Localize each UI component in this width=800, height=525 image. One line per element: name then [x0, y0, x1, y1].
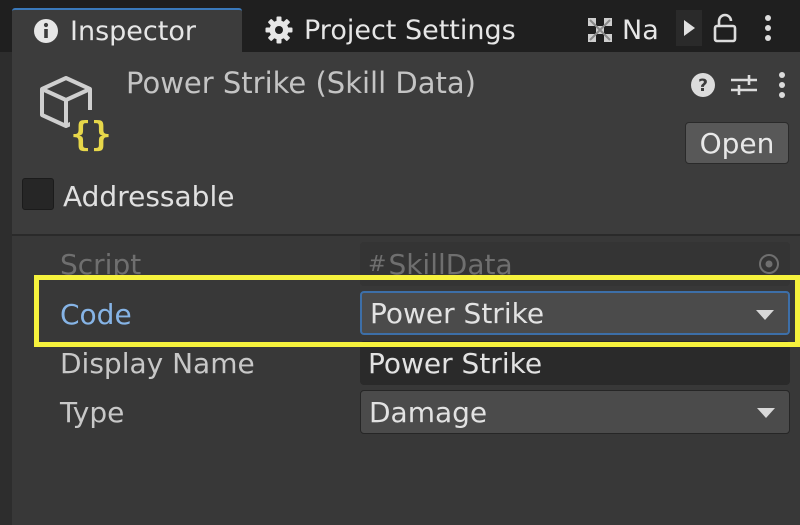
scriptable-object-icon: {} — [40, 76, 112, 154]
dropdown-arrow-icon — [756, 310, 774, 320]
code-value: Power Strike — [370, 296, 545, 330]
tab-project-settings-label: Project Settings — [304, 14, 516, 46]
tab-navigation-label: Na — [622, 14, 659, 46]
svg-text:{}: {} — [71, 115, 112, 154]
left-panel-edge — [0, 52, 12, 525]
tab-navigation[interactable]: Na — [586, 8, 674, 52]
addressable-checkbox[interactable] — [22, 178, 54, 210]
type-value: Damage — [369, 395, 488, 429]
lock-button[interactable] — [710, 10, 740, 46]
help-icon[interactable]: ? — [690, 72, 716, 98]
gear-icon — [265, 16, 293, 44]
triangle-right-icon — [684, 20, 695, 36]
script-label: Script — [60, 248, 142, 281]
tab-menu-button[interactable] — [754, 10, 782, 46]
code-label: Code — [60, 298, 132, 331]
hash-icon: # — [368, 251, 387, 277]
display-name-value: Power Strike — [368, 346, 543, 380]
tab-overflow-button[interactable] — [676, 10, 702, 46]
script-field: # SkillData — [360, 242, 790, 286]
display-name-label: Display Name — [60, 347, 255, 380]
code-dropdown[interactable]: Power Strike — [360, 291, 790, 335]
tab-project-settings[interactable]: Project Settings — [258, 8, 558, 52]
tab-inspector[interactable]: Inspector — [12, 8, 242, 52]
script-value: SkillData — [388, 247, 513, 281]
navigation-icon — [588, 18, 612, 42]
addressable-label: Addressable — [63, 180, 235, 213]
dropdown-arrow-icon — [757, 408, 775, 418]
open-button[interactable]: Open — [685, 122, 789, 164]
lock-icon — [713, 13, 737, 43]
asset-title: Power Strike (Skill Data) — [126, 66, 476, 100]
header-divider — [12, 234, 800, 236]
inspector-header: {} Power Strike (Skill Data) ? Open Addr… — [12, 52, 800, 234]
kebab-menu-icon[interactable] — [774, 70, 790, 100]
svg-text:?: ? — [698, 76, 708, 96]
kebab-menu-icon — [765, 15, 771, 41]
tab-inspector-label: Inspector — [70, 15, 196, 47]
preset-icon[interactable] — [729, 72, 759, 98]
object-picker-icon — [759, 254, 779, 274]
type-label: Type — [60, 396, 125, 429]
display-name-field[interactable]: Power Strike — [360, 341, 790, 385]
info-icon — [34, 19, 58, 43]
type-dropdown[interactable]: Damage — [360, 390, 790, 434]
